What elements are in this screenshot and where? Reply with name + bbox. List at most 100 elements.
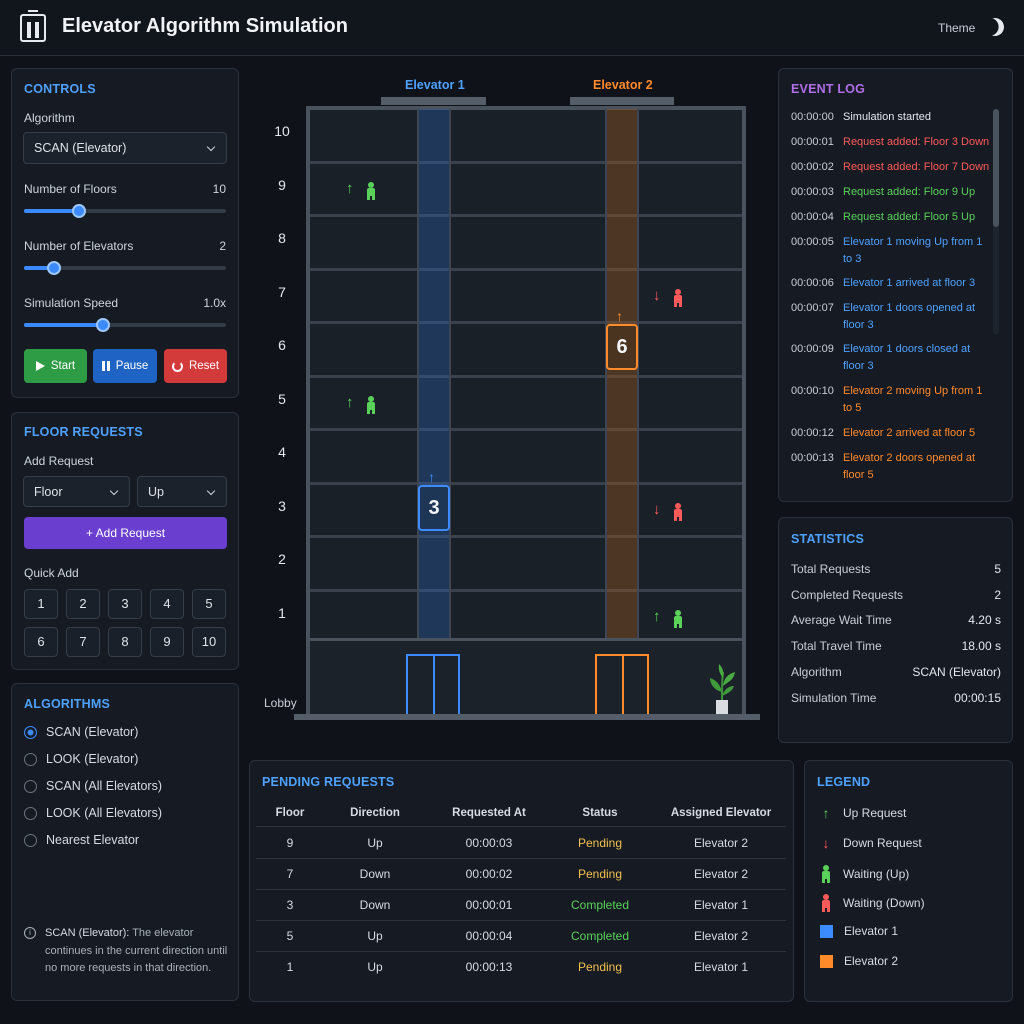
table-header: Direction (350, 807, 400, 819)
lobby-floor (310, 638, 742, 714)
add-request-button[interactable]: + Add Request (24, 517, 227, 549)
person-leg (372, 408, 375, 414)
radio-button[interactable] (24, 779, 37, 793)
quick-add-floor-1[interactable]: 1 (24, 589, 58, 619)
algorithm-option[interactable]: SCAN (Elevator) (24, 725, 138, 739)
table-header-divider (256, 826, 786, 827)
radio-button[interactable] (24, 725, 37, 739)
quick-add-floor-3[interactable]: 3 (108, 589, 142, 619)
event-log-scroll-thumb[interactable] (993, 109, 999, 227)
table-cell-direction: Up (367, 960, 383, 974)
elevator2-shaft (605, 109, 639, 639)
quick-add-floor-8[interactable]: 8 (108, 627, 142, 657)
moon-icon[interactable] (983, 15, 1006, 38)
event-log-scrollbar[interactable] (993, 109, 999, 335)
floor-divider (310, 160, 742, 164)
quick-add-floor-4[interactable]: 4 (150, 589, 184, 619)
table-header: Assigned Elevator (670, 807, 772, 819)
floor-number-3: 3 (278, 497, 286, 514)
algorithm-option[interactable]: SCAN (All Elevators) (24, 779, 162, 793)
event-log-time: 00:00:10 (791, 385, 834, 397)
elevators-slider-thumb[interactable] (47, 261, 62, 275)
elevator1-car[interactable]: 3 (418, 484, 450, 531)
floors-slider[interactable] (24, 204, 226, 218)
quick-add-floor-6[interactable]: 6 (24, 627, 58, 657)
algorithm-option[interactable]: Nearest Elevator (24, 833, 139, 847)
algorithms-title: ALGORITHMS (24, 697, 111, 711)
statistic-label: Total Requests (791, 562, 871, 576)
algorithm-label: Algorithm (24, 111, 75, 125)
elevator-logo-icon (20, 10, 46, 42)
direction-select[interactable]: Up (137, 476, 227, 507)
radio-button[interactable] (24, 833, 37, 847)
person-head (823, 864, 829, 871)
waiting-down-person-icon (673, 288, 683, 307)
speed-slider[interactable] (24, 318, 226, 332)
legend-panel: LEGEND ↑ Up Request ↓ Down Request Waiting (… (804, 760, 1013, 1002)
person-leg (679, 622, 682, 628)
person-leg (674, 515, 677, 521)
add-request-button-label: + Add Request (85, 526, 166, 540)
floor-requests-panel: FLOOR REQUESTS Add Request Floor Up + Ad… (11, 412, 239, 670)
up-arrow-icon: ↑ (346, 393, 354, 411)
table-row-divider (256, 920, 786, 921)
elevators-slider[interactable] (24, 261, 226, 275)
floor-number-6: 6 (278, 337, 286, 353)
speed-slider-thumb[interactable] (95, 318, 110, 332)
waiting-up-person-icon (819, 864, 833, 883)
table-cell-elevator: Elevator 2 (693, 867, 749, 881)
waiting-up-person-icon (366, 395, 376, 414)
algorithms-panel: ALGORITHMS SCAN (Elevator) LOOK (Elevator… (11, 683, 239, 1001)
person-figure (821, 864, 831, 883)
elevator2-car[interactable]: 6 (606, 324, 638, 370)
table-header: Status (582, 807, 618, 819)
elevators-value: 2 (219, 239, 226, 253)
quick-add-floor-2[interactable]: 2 (66, 589, 100, 619)
table-cell-at: 00:00:03 (465, 836, 513, 850)
table-cell-status: Pending (577, 867, 623, 881)
person-head (675, 609, 681, 616)
algorithm-option[interactable]: LOOK (All Elevators) (24, 806, 162, 820)
person-head (368, 395, 374, 402)
algorithm-option[interactable]: LOOK (Elevator) (24, 752, 138, 766)
event-log-message: Request added: Floor 7 Down (843, 161, 990, 173)
floor-divider (310, 321, 742, 324)
radio-button[interactable] (24, 806, 37, 820)
floors-slider-thumb[interactable] (71, 204, 86, 218)
floor-select[interactable]: Floor (23, 476, 130, 507)
statistic-value: 18.00 s (961, 639, 1001, 654)
event-log-message: Elevator 1 doors opened at floor 3 (843, 302, 976, 331)
quick-add-floor-9[interactable]: 9 (150, 627, 184, 657)
table-cell-elevator: Elevator 2 (693, 929, 749, 943)
legend-label: Elevator 1 (844, 924, 899, 939)
down-arrow-icon: ↓ (653, 286, 661, 304)
pause-button[interactable]: Pause (93, 349, 157, 383)
event-log-time: 00:00:03 (791, 186, 834, 198)
speed-value: 1.0x (203, 296, 226, 310)
elevator2-swatch (820, 954, 833, 968)
quick-add-floor-10[interactable]: 10 (192, 627, 226, 657)
chevron-down-icon (206, 486, 216, 496)
plant-icon (710, 664, 735, 714)
table-row-divider (256, 951, 786, 952)
down-arrow-icon: ↓ (822, 834, 830, 851)
legend-label: Waiting (Down) (843, 896, 925, 911)
start-button-label: Start (50, 360, 76, 372)
reset-button[interactable]: Reset (164, 349, 227, 383)
table-cell-elevator: Elevator 1 (693, 898, 749, 912)
theme-label[interactable]: Theme (938, 21, 975, 35)
app-title: Elevator Algorithm Simulation (62, 15, 348, 37)
roof-block-2 (570, 97, 674, 105)
roof-block-1 (381, 97, 486, 105)
quick-add-floor-7[interactable]: 7 (66, 627, 100, 657)
statistic-label: Algorithm (791, 664, 842, 679)
algorithm-select[interactable]: SCAN (Elevator) (23, 132, 227, 164)
quick-add-floor-5[interactable]: 5 (192, 589, 226, 619)
event-log-time: 00:00:01 (791, 136, 834, 148)
algorithm-option-label: SCAN (All Elevators) (46, 779, 162, 793)
start-button[interactable]: Start (24, 349, 87, 383)
legend-label: Waiting (Up) (843, 866, 910, 881)
waiting-up-person-icon (673, 609, 683, 628)
radio-button[interactable] (24, 752, 37, 766)
floor-divider (310, 535, 742, 538)
